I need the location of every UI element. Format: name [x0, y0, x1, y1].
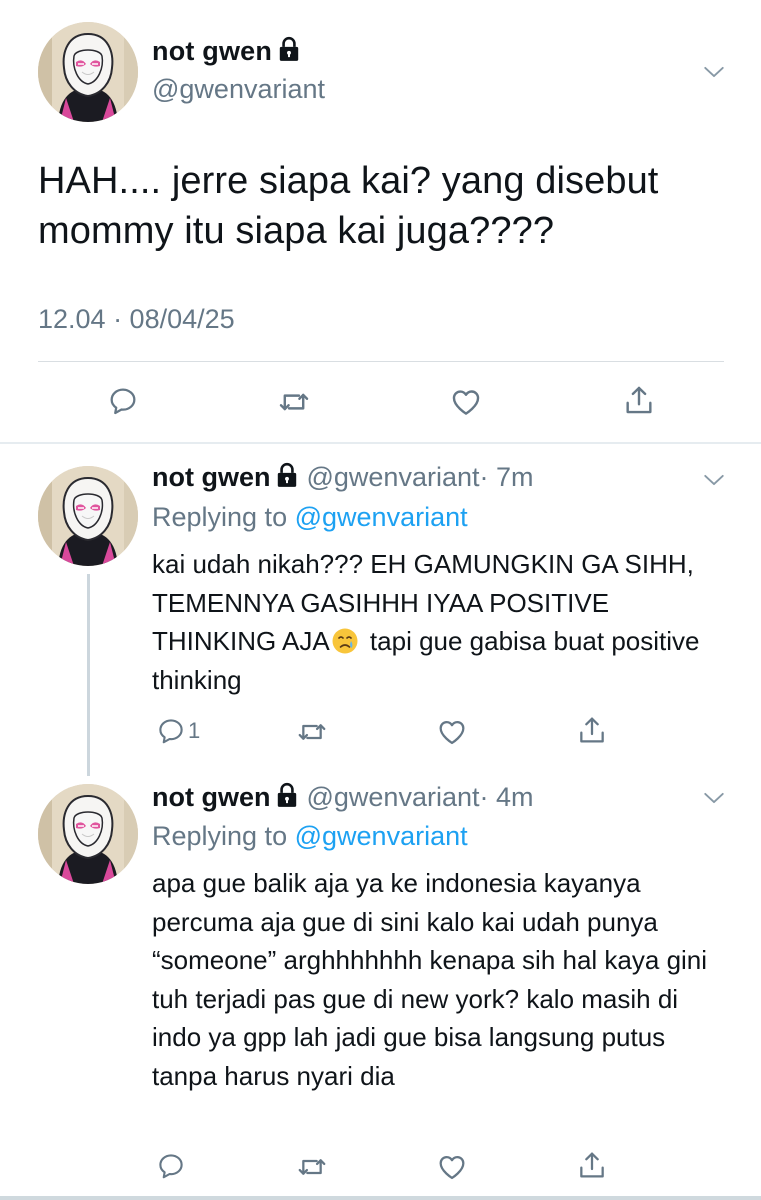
like-button[interactable] — [436, 1151, 468, 1183]
like-icon — [449, 385, 483, 419]
lock-icon — [278, 36, 300, 62]
relative-time[interactable]: · 4m — [479, 782, 533, 812]
thread-line — [87, 574, 90, 776]
reply-button[interactable] — [156, 1151, 186, 1181]
reply-icon — [107, 385, 139, 417]
tweet-timestamp[interactable]: 12.04 · 08/04/25 — [38, 304, 235, 335]
retweet-button[interactable] — [296, 1151, 328, 1183]
chevron-down-icon[interactable] — [700, 58, 728, 86]
user-handle[interactable]: @gwenvariant — [306, 462, 479, 492]
share-icon — [622, 383, 656, 417]
lock-icon — [276, 782, 298, 808]
reply-header: not gwen @gwenvariant· 7m — [152, 462, 533, 493]
reply-icon — [156, 1151, 186, 1181]
like-icon — [436, 1151, 468, 1183]
tweet-text: apa gue balik aja ya ke indonesia kayany… — [152, 868, 708, 1091]
reply-header: not gwen @gwenvariant· 4m — [152, 782, 533, 813]
share-icon — [576, 1149, 608, 1181]
display-name[interactable]: not gwen — [152, 782, 270, 812]
replying-to: Replying to @gwenvariant — [152, 821, 468, 852]
like-button[interactable] — [449, 385, 483, 419]
tweet-text: HAH.... jerre siapa kai? yang disebut mo… — [38, 160, 659, 252]
retweet-icon — [277, 385, 311, 419]
reply-button[interactable]: 1 — [156, 716, 200, 746]
divider — [38, 361, 724, 362]
avatar[interactable] — [38, 466, 138, 566]
lock-icon — [276, 462, 298, 488]
reply-count: 1 — [188, 718, 201, 743]
relative-time[interactable]: · 7m — [479, 462, 533, 492]
reply-button[interactable] — [107, 385, 139, 417]
share-button[interactable] — [622, 383, 656, 417]
replying-to-prefix: Replying to — [152, 821, 288, 851]
replying-to-link[interactable]: @gwenvariant — [295, 502, 468, 532]
like-icon — [436, 716, 468, 748]
retweet-icon — [296, 1151, 328, 1183]
bottom-divider — [0, 1196, 761, 1200]
display-name[interactable]: not gwen — [152, 36, 300, 67]
avatar[interactable] — [38, 22, 138, 122]
retweet-button[interactable] — [296, 716, 328, 748]
tweet-text: kai udah nikah??? EH GAMUNGKIN GA SIHH, … — [152, 545, 732, 699]
reply-icon — [156, 716, 186, 746]
replying-to-prefix: Replying to — [152, 502, 288, 532]
share-icon — [576, 714, 608, 746]
share-button[interactable] — [576, 1149, 608, 1181]
chevron-down-icon[interactable] — [700, 784, 728, 812]
user-handle[interactable]: @gwenvariant — [152, 74, 325, 105]
user-handle[interactable]: @gwenvariant — [306, 782, 479, 812]
retweet-icon — [296, 716, 328, 748]
crying-face-icon — [331, 627, 359, 655]
share-button[interactable] — [576, 714, 608, 746]
divider — [0, 442, 761, 444]
chevron-down-icon[interactable] — [700, 466, 728, 494]
main-tweet: not gwen @gwenvariant HAH.... jerre siap… — [0, 0, 761, 443]
display-name[interactable]: not gwen — [152, 462, 270, 492]
retweet-button[interactable] — [277, 385, 311, 419]
like-button[interactable] — [436, 716, 468, 748]
replying-to: Replying to @gwenvariant — [152, 502, 468, 533]
display-name-text: not gwen — [152, 36, 273, 66]
replying-to-link[interactable]: @gwenvariant — [295, 821, 468, 851]
avatar[interactable] — [38, 784, 138, 884]
